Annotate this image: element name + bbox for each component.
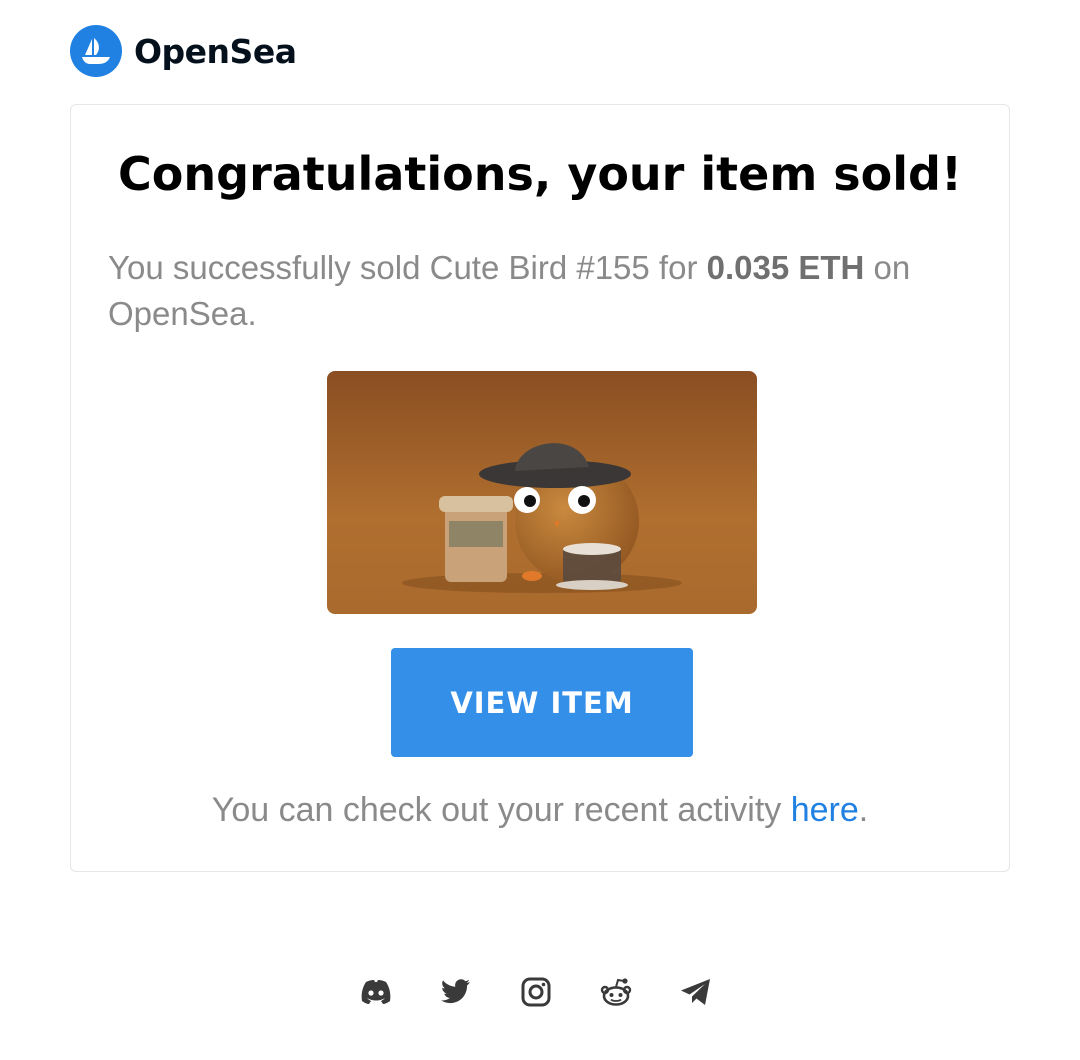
- page-title: Congratulations, your item sold!: [118, 147, 962, 201]
- view-item-button[interactable]: VIEW ITEM: [391, 648, 693, 757]
- nft-image[interactable]: [327, 371, 757, 614]
- sale-description: You successfully sold Cute Bird #155 for…: [108, 245, 988, 337]
- brand-name[interactable]: OpenSea: [134, 32, 297, 71]
- opensea-logo-icon[interactable]: [70, 25, 122, 77]
- discord-icon[interactable]: [356, 972, 396, 1012]
- header: OpenSea: [70, 25, 297, 77]
- reddit-icon[interactable]: [596, 972, 636, 1012]
- sale-amount: 0.035 ETH: [706, 249, 865, 286]
- twitter-icon[interactable]: [436, 972, 476, 1012]
- telegram-icon[interactable]: [676, 972, 716, 1012]
- activity-text: You can check out your recent activity h…: [71, 791, 1009, 830]
- instagram-icon[interactable]: [516, 972, 556, 1012]
- activity-link[interactable]: here: [791, 791, 859, 829]
- activity-suffix: .: [858, 791, 869, 829]
- sale-description-prefix: You successfully sold Cute Bird #155 for: [108, 249, 707, 286]
- social-links: [356, 972, 716, 1012]
- activity-prefix: You can check out your recent activity: [211, 791, 791, 829]
- sale-card: Congratulations, your item sold! You suc…: [70, 104, 1010, 872]
